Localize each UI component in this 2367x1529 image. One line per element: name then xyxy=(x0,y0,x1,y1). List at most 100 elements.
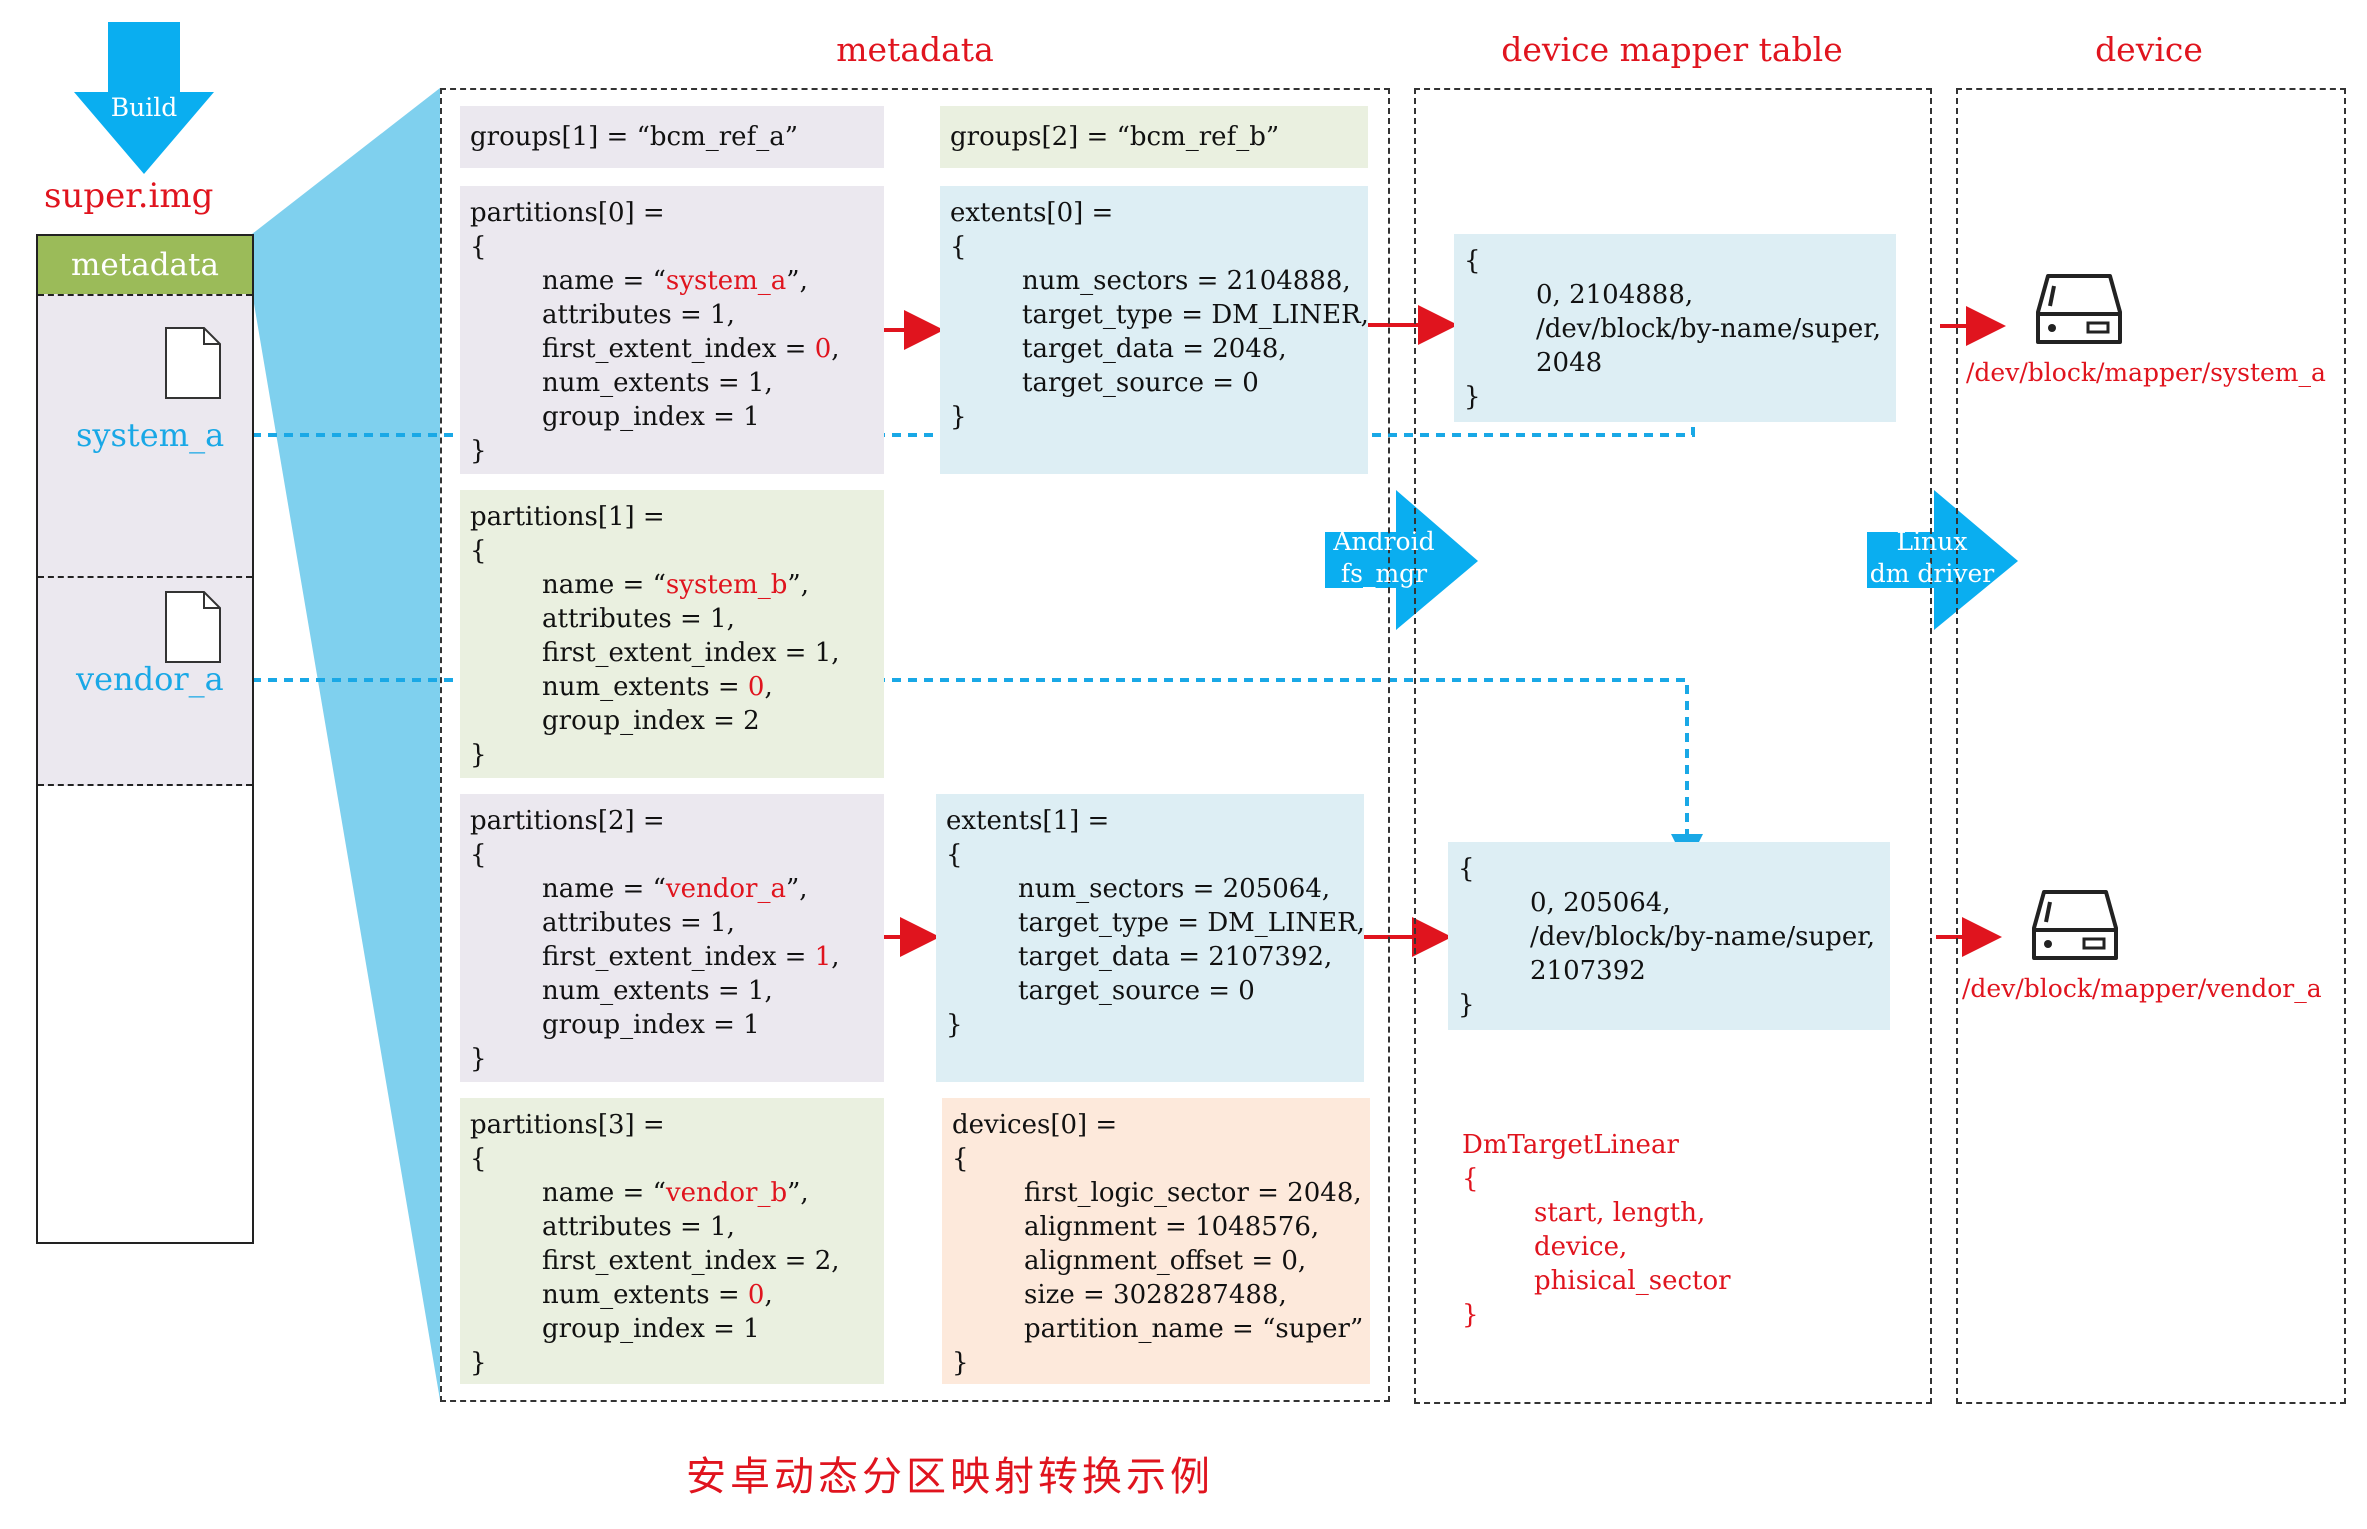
num-extents-line: num_extents = 1, xyxy=(542,368,773,398)
device-path-vendor-a: /dev/block/mapper/vendor_a xyxy=(1962,974,2322,1003)
open-brace: { xyxy=(470,536,487,566)
devices-title: devices[0] = xyxy=(952,1110,1118,1140)
name-line: name = “vendor_a”, xyxy=(542,874,808,904)
close-brace: } xyxy=(1464,382,1481,412)
dm-target-line: device, xyxy=(1534,1232,1628,1262)
chevron-line: fs_mgr xyxy=(1340,559,1428,588)
dm-table-header: device mapper table xyxy=(1501,30,1843,69)
close-brace: } xyxy=(470,740,487,770)
build-label: Build xyxy=(110,93,178,122)
super-img-label: super.img xyxy=(44,176,214,216)
dm-line: 2048 xyxy=(1536,348,1603,378)
dm-target-line: phisical_sector xyxy=(1534,1266,1731,1296)
device-line: alignment = 1048576, xyxy=(1024,1212,1320,1242)
vendor-a-partition: vendor_a xyxy=(38,578,252,786)
extent-line: target_source = 0 xyxy=(1018,976,1255,1006)
close-brace: } xyxy=(946,1010,963,1040)
open-brace: { xyxy=(946,840,963,870)
device-line: first_logic_sector = 2048, xyxy=(1024,1178,1362,1208)
open-brace: { xyxy=(470,840,487,870)
dm-line: 2107392 xyxy=(1530,956,1646,986)
group-index-line: group_index = 1 xyxy=(542,1314,760,1344)
close-brace: } xyxy=(1462,1300,1479,1330)
metadata-block: metadata xyxy=(38,236,252,294)
extent-line: target_data = 2107392, xyxy=(1018,942,1333,972)
hard-drive-icon xyxy=(2036,274,2122,344)
device-line: size = 3028287488, xyxy=(1024,1280,1287,1310)
open-brace: { xyxy=(470,1144,487,1174)
num-extents-line: num_extents = 0, xyxy=(542,672,773,702)
dm-line: 0, 2104888, xyxy=(1536,280,1694,310)
caption: 安卓动态分区映射转换示例 xyxy=(686,1454,1214,1500)
extent-line: num_sectors = 205064, xyxy=(1018,874,1331,904)
partition-0-box: partitions[0] = { name = “system_a”, att… xyxy=(460,186,884,474)
open-brace: { xyxy=(470,232,487,262)
metadata-block-label: metadata xyxy=(71,247,219,283)
attributes-line: attributes = 1, xyxy=(542,300,735,330)
group-2-box: groups[2] = “bcm_ref_b” xyxy=(940,106,1368,168)
dm-line: /dev/block/by-name/super, xyxy=(1530,922,1876,952)
name-line: name = “vendor_b”, xyxy=(542,1178,809,1208)
extent-line: target_type = DM_LINER, xyxy=(1018,908,1365,938)
file-icon xyxy=(165,591,221,663)
dm-target-linear-title: DmTargetLinear xyxy=(1462,1130,1679,1160)
devices-0-box: devices[0] = { first_logic_sector = 2048… xyxy=(942,1098,1370,1384)
partition-title: partitions[1] = xyxy=(470,502,665,532)
open-brace: { xyxy=(1464,246,1481,276)
device-path-system-a: /dev/block/mapper/system_a xyxy=(1966,358,2326,387)
expansion-fan xyxy=(252,88,440,1400)
extent-line: target_source = 0 xyxy=(1022,368,1259,398)
close-brace: } xyxy=(470,1348,487,1378)
group-1-box: groups[1] = “bcm_ref_a” xyxy=(460,106,884,168)
group-index-line: group_index = 2 xyxy=(542,706,760,736)
close-brace: } xyxy=(950,402,967,432)
first-extent-index-line: first_extent_index = 0, xyxy=(542,334,840,364)
extent-title: extents[0] = xyxy=(950,198,1114,228)
group-index-line: group_index = 1 xyxy=(542,402,760,432)
attributes-line: attributes = 1, xyxy=(542,908,735,938)
dm-target-line: start, length, xyxy=(1534,1198,1706,1228)
dm-table-0-box: { 0, 2104888, /dev/block/by-name/super, … xyxy=(1454,234,1896,422)
open-brace: { xyxy=(1458,854,1475,884)
android-fs-mgr-label: Android fs_mgr xyxy=(1318,526,1450,590)
super-img-column: metadata system_a vendor_a xyxy=(36,234,254,1244)
name-line: name = “system_a”, xyxy=(542,266,808,296)
partition-name-value: vendor_b xyxy=(665,1178,788,1208)
extent-line: target_type = DM_LINER, xyxy=(1022,300,1369,330)
extents-0-box: extents[0] = { num_sectors = 2104888, ta… xyxy=(940,186,1369,474)
group-index-line: group_index = 1 xyxy=(542,1010,760,1040)
partition-1-box: partitions[1] = { name = “system_b”, att… xyxy=(460,490,884,778)
partition-title: partitions[3] = xyxy=(470,1110,665,1140)
chevron-line: Linux xyxy=(1896,527,1968,556)
num-extents-line: num_extents = 1, xyxy=(542,976,773,1006)
attributes-line: attributes = 1, xyxy=(542,604,735,634)
linux-dm-driver-label: Linux dm driver xyxy=(1862,526,2002,590)
partition-name-value: system_a xyxy=(665,266,787,296)
dm-table-1-box: { 0, 205064, /dev/block/by-name/super, 2… xyxy=(1448,842,1890,1030)
partition-3-box: partitions[3] = { name = “vendor_b”, att… xyxy=(460,1098,884,1384)
system-a-label: system_a xyxy=(76,416,225,454)
partition-name-value: system_b xyxy=(665,570,788,600)
num-extents-line: num_extents = 0, xyxy=(542,1280,773,1310)
extent-title: extents[1] = xyxy=(946,806,1110,836)
attributes-line: attributes = 1, xyxy=(542,1212,735,1242)
first-extent-index-line: first_extent_index = 2, xyxy=(542,1246,840,1276)
first-extent-index-line: first_extent_index = 1, xyxy=(542,638,840,668)
group-1-text: groups[1] = “bcm_ref_a” xyxy=(470,122,798,152)
device-header: device xyxy=(2095,30,2203,69)
close-brace: } xyxy=(952,1348,969,1378)
partition-title: partitions[2] = xyxy=(470,806,665,836)
dm-target-linear: DmTargetLinear { start, length, device, … xyxy=(1452,1118,1892,1338)
partition-2-box: partitions[2] = { name = “vendor_a”, att… xyxy=(460,794,884,1082)
partition-title: partitions[0] = xyxy=(470,198,665,228)
open-brace: { xyxy=(950,232,967,262)
metadata-header: metadata xyxy=(836,30,994,69)
open-brace: { xyxy=(1462,1164,1479,1194)
hard-drive-icon xyxy=(2032,890,2118,960)
close-brace: } xyxy=(470,1044,487,1074)
group-2-text: groups[2] = “bcm_ref_b” xyxy=(950,122,1280,152)
partition-name-value: vendor_a xyxy=(665,874,786,904)
first-extent-index-line: first_extent_index = 1, xyxy=(542,942,840,972)
dm-line: /dev/block/by-name/super, xyxy=(1536,314,1882,344)
name-line: name = “system_b”, xyxy=(542,570,809,600)
